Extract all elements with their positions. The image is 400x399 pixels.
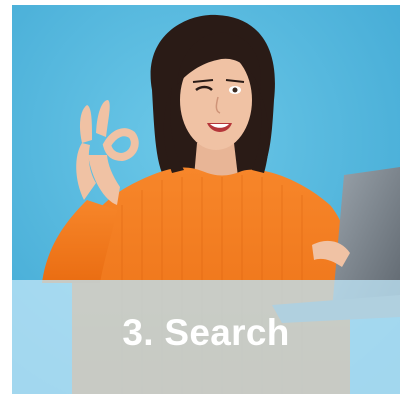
step-card[interactable]: 3. Search [12, 5, 400, 394]
step-title: 3. Search [122, 312, 290, 353]
